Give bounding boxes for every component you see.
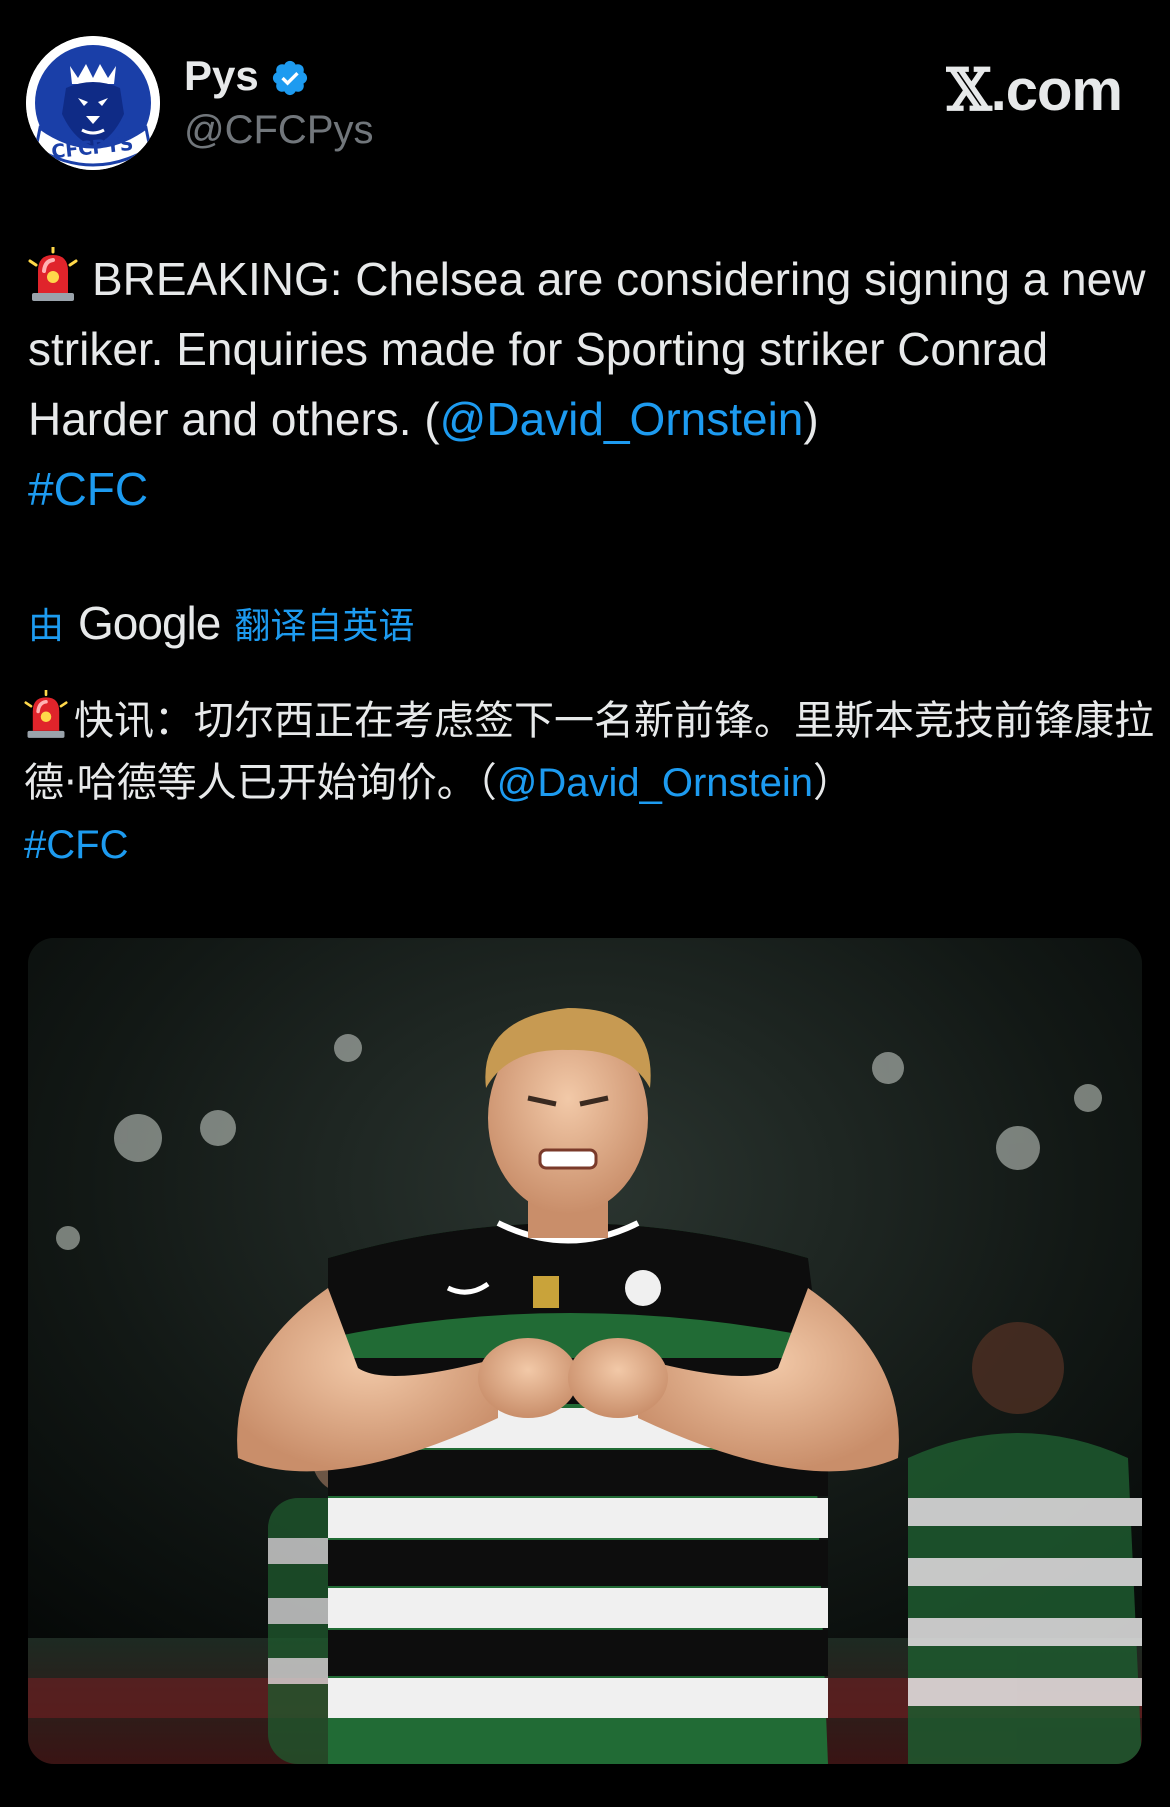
translated-body-end: ） <box>813 760 854 806</box>
avatar[interactable]: CFCPYS <box>26 36 160 170</box>
translated-text: 快讯：切尔西正在考虑签下一名新前锋。里斯本竞技前锋康拉德·哈德等人已开始询价。（… <box>24 690 1154 876</box>
mention-link[interactable]: @David_Ornstein <box>440 393 804 445</box>
display-name[interactable]: Pys <box>184 52 259 100</box>
translated-from-label[interactable]: 翻译自英语 <box>234 597 414 649</box>
google-logo: Google <box>78 597 221 649</box>
tweet-photo[interactable] <box>28 938 1142 1764</box>
football-player-photo <box>28 938 1142 1764</box>
translated-by-label: 由 <box>28 606 65 647</box>
hashtag-link[interactable]: #CFC <box>28 463 148 515</box>
x-logo-icon: 𝕏 <box>946 56 992 124</box>
siren-icon <box>24 690 68 738</box>
x-com-logo: 𝕏.com <box>946 56 1123 124</box>
tweet-body-end: ) <box>803 393 819 445</box>
tweet-text: BREAKING: Chelsea are considering signin… <box>28 244 1148 524</box>
translated-hashtag-link[interactable]: #CFC <box>24 823 128 867</box>
translation-attribution[interactable]: 由 Google 翻译自英语 <box>28 597 414 649</box>
verified-badge-icon <box>272 60 308 96</box>
x-com-logo-text: .com <box>990 58 1123 123</box>
user-handle[interactable]: @CFCPys <box>184 106 374 154</box>
siren-icon <box>28 247 78 301</box>
translated-mention-link[interactable]: @David_Ornstein <box>497 761 813 805</box>
lion-crest-logo: CFCPYS <box>26 36 160 170</box>
